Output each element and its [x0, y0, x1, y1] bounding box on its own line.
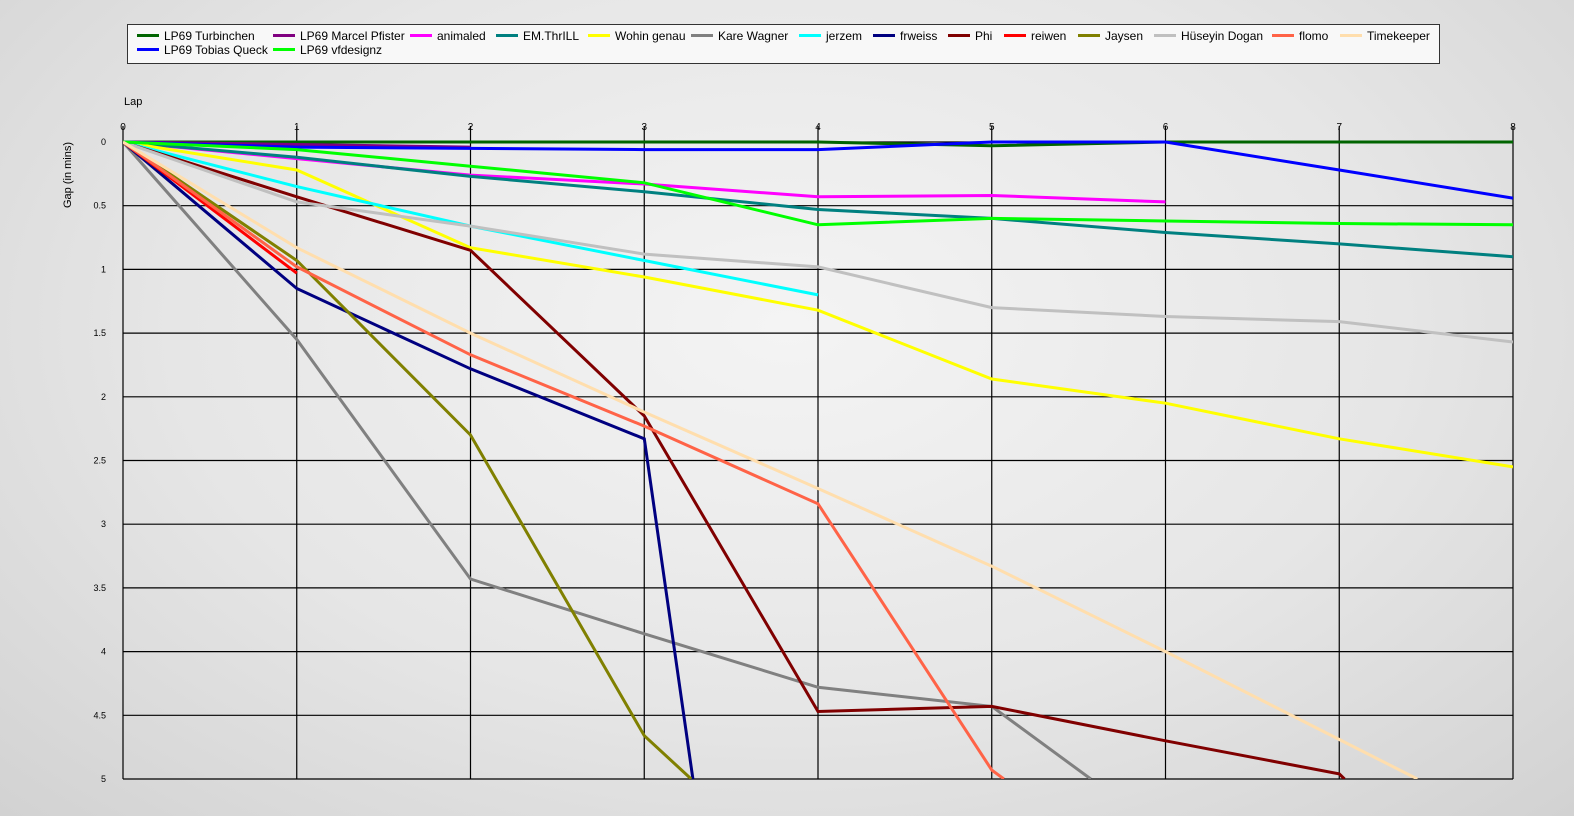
x-tick-label: 1	[294, 122, 300, 133]
y-tick-label: 4	[101, 647, 106, 657]
y-tick-label: 5	[101, 774, 106, 784]
x-tick-label: 6	[1163, 122, 1169, 133]
y-tick-label: 1.5	[93, 328, 106, 338]
x-axis-title: Lap	[124, 96, 142, 108]
y-tick-label: 2	[101, 392, 106, 402]
x-tick-label: 2	[468, 122, 474, 133]
x-tick-label: 3	[641, 122, 647, 133]
y-axis-title: Gap (in mins)	[62, 142, 74, 208]
x-tick-label: 7	[1336, 122, 1342, 133]
x-tick-label: 0	[120, 122, 126, 133]
x-tick-label: 8	[1510, 122, 1516, 133]
y-tick-label: 2.5	[93, 456, 106, 466]
y-tick-label: 3.5	[93, 583, 106, 593]
y-tick-label: 1	[101, 264, 106, 274]
gap-chart: 0 1 2 3 4 5 6 7 8 0 0.5 1 1.5 2 2.5 3 3.5 4 4.5 5 Lap Gap (…	[62, 96, 1516, 784]
y-tick-label: 3	[101, 519, 106, 529]
y-tick-label: 0	[101, 137, 106, 147]
x-tick-label: 5	[989, 122, 995, 133]
y-tick-label: 0.5	[93, 201, 106, 211]
x-tick-label: 4	[815, 122, 821, 133]
y-tick-label: 4.5	[93, 710, 106, 720]
